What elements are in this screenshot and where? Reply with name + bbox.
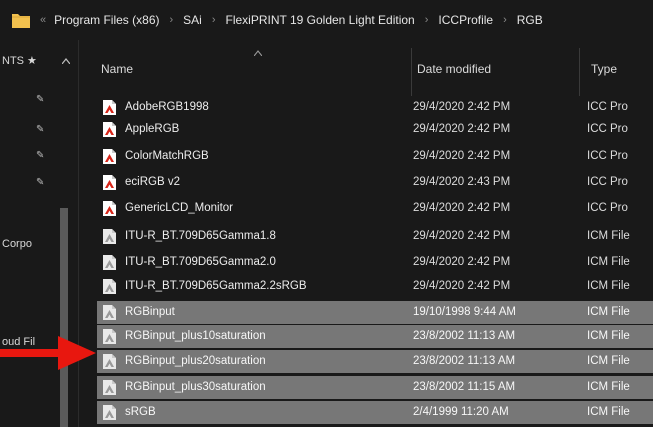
file-name: ITU-R_BT.709D65Gamma2.2sRGB [125,280,307,292]
icm-file-icon [103,305,116,320]
file-row[interactable]: RGBinput_plus20saturation 23/8/2002 11:13… [97,350,653,373]
file-row[interactable]: RGBinput 19/10/1998 9:44 AM ICM File [97,301,653,324]
icm-file-icon [103,354,116,369]
pin-icon[interactable]: ✎ [36,124,46,135]
file-row[interactable]: AdobeRGB1998 29/4/2020 2:42 PM ICC Pro [97,96,653,119]
column-type[interactable]: Type [591,62,617,76]
address-bar[interactable]: « Program Files (x86) › SAi › FlexiPRINT… [0,0,653,41]
breadcrumb: « Program Files (x86) › SAi › FlexiPRINT… [40,0,543,40]
file-date-modified: 29/4/2020 2:42 PM [413,280,511,292]
folder-icon [12,14,30,28]
file-type: ICM File [587,230,630,242]
file-date-modified: 23/8/2002 11:13 AM [413,355,516,367]
file-type: ICC Pro [587,150,628,162]
file-name: ITU-R_BT.709D65Gamma2.0 [125,256,276,268]
file-name: RGBinput_plus30saturation [125,381,266,393]
column-header: Name Date modified Type [79,40,653,96]
file-type: ICC Pro [587,101,628,113]
icm-file-icon [103,380,116,395]
breadcrumb-item-rgb[interactable]: RGB [517,13,543,27]
file-type: ICM File [587,381,630,393]
file-date-modified: 23/8/2002 11:15 AM [413,381,516,393]
file-date-modified: 29/4/2020 2:42 PM [413,230,511,242]
icm-file-icon [103,279,116,294]
file-date-modified: 29/4/2020 2:42 PM [413,123,511,135]
column-date-modified[interactable]: Date modified [417,62,491,76]
icc-profile-icon [103,201,116,216]
file-type: ICM File [587,280,630,292]
file-row[interactable]: RGBinput_plus10saturation 23/8/2002 11:13… [97,325,653,348]
file-name: RGBinput_plus10saturation [125,330,266,342]
nav-item-quick-access[interactable]: NTS ★ [2,54,37,67]
file-date-modified: 23/8/2002 11:13 AM [413,330,516,342]
icc-profile-icon [103,175,116,190]
file-name: GenericLCD_Monitor [125,202,234,214]
pin-icon[interactable]: ✎ [36,177,46,188]
chevron-right-icon[interactable]: › [425,14,429,26]
file-name: RGBinput_plus20saturation [125,355,266,367]
file-row[interactable]: RGBinput_plus30saturation 23/8/2002 11:15… [97,376,653,399]
pin-icon[interactable]: ✎ [36,150,46,161]
file-row[interactable]: ColorMatchRGB 29/4/2020 2:42 PM ICC Pro [97,145,653,168]
breadcrumb-item-flexiprint[interactable]: FlexiPRINT 19 Golden Light Edition [226,13,415,27]
column-name[interactable]: Name [101,62,133,76]
file-name: AppleRGB [125,123,180,135]
file-row[interactable]: eciRGB v2 29/4/2020 2:43 PM ICC Pro [97,171,653,194]
chevron-right-icon[interactable]: › [169,14,173,26]
file-row[interactable]: ITU-R_BT.709D65Gamma1.8 29/4/2020 2:42 PM… [97,225,653,248]
breadcrumb-item-sai[interactable]: SAi [183,13,202,27]
file-type: ICM File [587,406,630,418]
file-date-modified: 2/4/1999 11:20 AM [413,406,509,418]
annotation-arrow [0,336,96,370]
icm-file-icon [103,255,116,270]
file-row[interactable]: GenericLCD_Monitor 29/4/2020 2:42 PM ICC P… [97,197,653,220]
icm-file-icon [103,329,116,344]
file-row[interactable]: AppleRGB 29/4/2020 2:42 PM ICC Pro [97,118,653,141]
breadcrumb-item-iccprofile[interactable]: ICCProfile [438,13,493,27]
chevron-up-icon[interactable] [62,58,70,64]
file-name: ColorMatchRGB [125,150,209,162]
file-name: ITU-R_BT.709D65Gamma1.8 [125,230,276,242]
file-type: ICM File [587,330,630,342]
file-type: ICM File [587,355,630,367]
file-date-modified: 29/4/2020 2:42 PM [413,150,511,162]
file-date-modified: 29/4/2020 2:42 PM [413,101,511,113]
file-row[interactable]: sRGB 2/4/1999 11:20 AM ICM File [97,401,653,424]
nav-item-corporate[interactable]: Corpo [2,238,32,250]
file-type: ICC Pro [587,202,628,214]
file-type: ICC Pro [587,123,628,135]
icm-file-icon [103,229,116,244]
column-separator[interactable] [411,48,412,96]
nav-scrollbar[interactable] [60,208,68,427]
file-row[interactable]: ITU-R_BT.709D65Gamma2.0 29/4/2020 2:42 PM… [97,251,653,274]
file-date-modified: 29/4/2020 2:42 PM [413,202,511,214]
column-separator[interactable] [579,48,580,96]
file-date-modified: 29/4/2020 2:42 PM [413,256,511,268]
chevron-right-icon[interactable]: › [212,14,216,26]
icc-profile-icon [103,122,116,137]
icc-profile-icon [103,100,116,115]
chevron-right-icon[interactable]: › [503,14,507,26]
breadcrumb-item-program-files[interactable]: Program Files (x86) [54,13,159,27]
file-date-modified: 19/10/1998 9:44 AM [413,306,516,318]
file-name: eciRGB v2 [125,176,180,188]
file-name: RGBinput [125,306,175,318]
icm-file-icon [103,405,116,420]
file-type: ICM File [587,256,630,268]
sort-ascending-icon [254,50,262,56]
file-type: ICM File [587,306,630,318]
file-date-modified: 29/4/2020 2:43 PM [413,176,511,188]
icc-profile-icon [103,149,116,164]
file-name: sRGB [125,406,156,418]
file-row[interactable]: ITU-R_BT.709D65Gamma2.2sRGB 29/4/2020 2:4… [97,275,653,298]
overflow-chevron-icon[interactable]: « [40,14,46,26]
pin-icon[interactable]: ✎ [36,94,46,105]
file-type: ICC Pro [587,176,628,188]
file-name: AdobeRGB1998 [125,101,209,113]
